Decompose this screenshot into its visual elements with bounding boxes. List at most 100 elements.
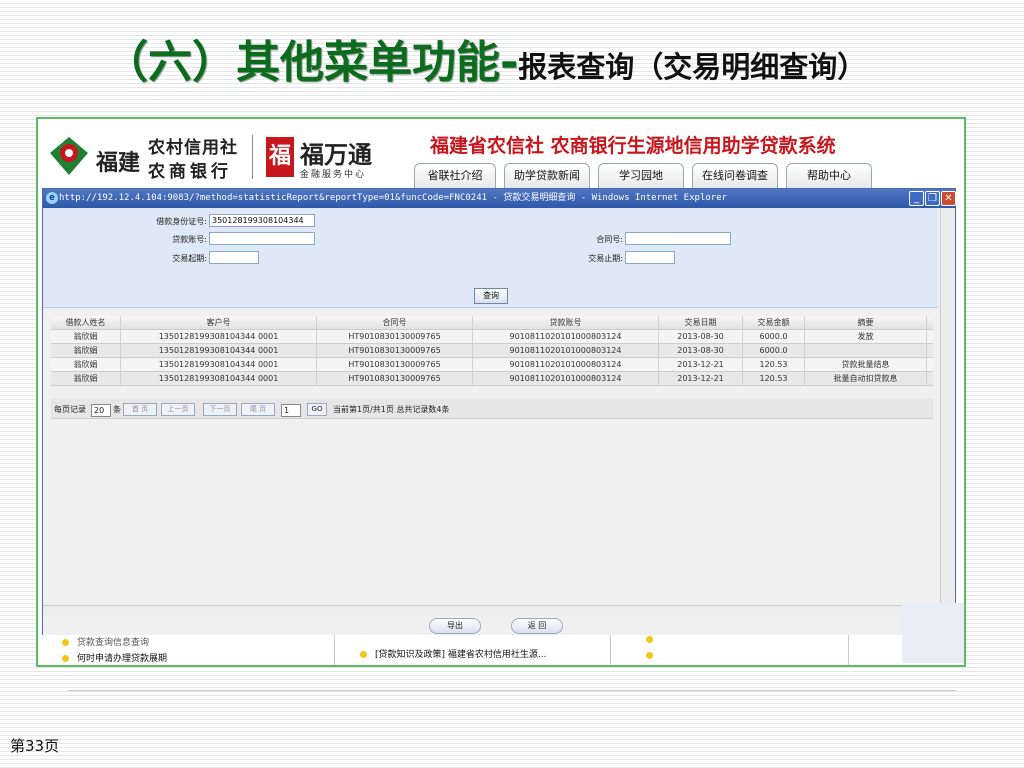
nav-tab-learning[interactable]: 学习园地: [598, 163, 684, 189]
pager-summary: 当前第1页/共1页 总共记录数4条: [333, 405, 450, 414]
ie-popup-window: e http://192.12.4.104:9083/?method=stati…: [42, 188, 956, 636]
side-panel: [902, 603, 964, 663]
slide-title-sub: 报表查询（交易明细查询）: [518, 50, 867, 84]
minimize-icon[interactable]: _: [909, 191, 924, 206]
table-row[interactable]: 翁欣娟 1350128199308104344 0001 HT901083013…: [51, 372, 933, 386]
last-page-button[interactable]: 尾 页: [241, 403, 275, 416]
table-header: 借款人姓名 客户号 合同号 贷款账号 交易日期 交易金额 摘要: [51, 316, 933, 330]
cell-name: 翁欣娟: [51, 372, 121, 385]
loan-account-label: 贷款账号:: [172, 235, 207, 244]
close-icon[interactable]: ✕: [941, 191, 956, 206]
cell-loan-account: 9010811020101000803124: [473, 330, 659, 343]
id-number-input[interactable]: 350128199308104344: [209, 214, 315, 227]
nav-tab-help[interactable]: 帮助中心: [786, 163, 872, 189]
cell-loan-account: 9010811020101000803124: [473, 344, 659, 357]
pager: 每页记录 20 条 首 页 上一页 下一页 尾 页 1 GO 当前第1页/共1页…: [51, 399, 933, 419]
column-header: 摘要: [805, 316, 927, 329]
bottom-action-bar: 导出 返 回: [43, 615, 955, 635]
cell-customer-no: 1350128199308104344 0001: [121, 330, 317, 343]
background-news-list: 贷款查询信息查询 何时申请办理贷款展期 [贷款知识及政策] 福建省农村信用社生源…: [42, 635, 956, 665]
cell-customer-no: 1350128199308104344 0001: [121, 372, 317, 385]
start-date-label: 交易起期:: [172, 254, 207, 263]
back-button[interactable]: 返 回: [511, 618, 563, 634]
nav-tab-intro[interactable]: 省联社介绍: [414, 163, 496, 189]
table-row[interactable]: 翁欣娟 1350128199308104344 0001 HT901083013…: [51, 330, 933, 344]
nav-tab-survey[interactable]: 在线问卷调查: [692, 163, 778, 189]
per-page-label: 每页记录: [54, 405, 86, 414]
bullet-icon: [360, 651, 367, 658]
column-header: 贷款账号: [473, 316, 659, 329]
fwt-subtitle: 金融服务中心: [300, 170, 367, 180]
cell-date: 2013-08-30: [659, 344, 743, 357]
cell-summary: 贷款批量结息: [805, 358, 927, 371]
cell-contract-no: HT9010830130009765: [317, 372, 473, 385]
ie-title-bar: e http://192.12.4.104:9083/?method=stati…: [43, 189, 955, 208]
id-label: 借款身份证号:: [156, 217, 207, 226]
bullet-icon: [646, 652, 653, 659]
logo-line2: 农商银行: [148, 162, 232, 182]
bullet-icon: [646, 636, 653, 643]
list-item[interactable]: [贷款知识及政策] 福建省农村信用社生源...: [360, 647, 546, 660]
cell-summary: 批量自动扣贷款息: [805, 372, 927, 385]
start-date-input[interactable]: [209, 251, 259, 264]
cell-customer-no: 1350128199308104344 0001: [121, 344, 317, 357]
transaction-table: 借款人姓名 客户号 合同号 贷款账号 交易日期 交易金额 摘要 翁欣娟 1350…: [51, 316, 933, 386]
next-page-button[interactable]: 下一页: [203, 403, 237, 416]
cell-name: 翁欣娟: [51, 358, 121, 371]
bullet-icon: [62, 639, 69, 646]
list-divider: [610, 635, 611, 665]
slide-divider: [68, 690, 956, 691]
prev-page-button[interactable]: 上一页: [161, 403, 195, 416]
logo-line1: 农村信用社: [148, 138, 238, 158]
screenshot-frame: 福建 农村信用社 农商银行 福 福万通 金融服务中心 福建省农信社 农商银行生源…: [36, 117, 966, 667]
loan-account-input[interactable]: [209, 232, 315, 245]
bullet-icon: [62, 655, 69, 662]
cell-summary: [805, 344, 927, 357]
per-page-unit: 条: [113, 405, 121, 414]
export-button[interactable]: 导出: [429, 618, 481, 634]
list-item[interactable]: 何时申请办理贷款展期: [62, 651, 167, 664]
restore-icon[interactable]: ❐: [925, 191, 940, 206]
end-date-input[interactable]: [625, 251, 675, 264]
table-row[interactable]: 翁欣娟 1350128199308104344 0001 HT901083013…: [51, 358, 933, 372]
cell-name: 翁欣娟: [51, 330, 121, 343]
contract-label: 合同号:: [596, 235, 623, 244]
system-title: 福建省农信社 农商银行生源地信用助学贷款系统: [430, 135, 836, 157]
per-page-input[interactable]: 20: [91, 404, 111, 417]
cell-amount: 120.53: [743, 372, 805, 385]
logo-divider: [252, 135, 253, 179]
fwt-name: 福万通: [300, 140, 372, 169]
cell-date: 2013-12-21: [659, 358, 743, 371]
nav-tab-news[interactable]: 助学贷款新闻: [504, 163, 590, 189]
cell-contract-no: HT9010830130009765: [317, 344, 473, 357]
go-button[interactable]: GO: [307, 403, 327, 416]
list-item: [646, 635, 661, 645]
cell-customer-no: 1350128199308104344 0001: [121, 358, 317, 371]
table-row[interactable]: 翁欣娟 1350128199308104344 0001 HT901083013…: [51, 344, 933, 358]
list-divider: [334, 635, 335, 665]
fwt-logo-icon: 福: [266, 137, 294, 177]
cell-name: 翁欣娟: [51, 344, 121, 357]
cell-amount: 6000.0: [743, 344, 805, 357]
vertical-scrollbar[interactable]: [940, 208, 955, 618]
list-item[interactable]: 贷款查询信息查询: [62, 635, 149, 648]
slide-title-main: （六）其他菜单功能-: [104, 37, 519, 88]
column-header: 交易日期: [659, 316, 743, 329]
cell-amount: 6000.0: [743, 330, 805, 343]
bank-header: 福建 农村信用社 农商银行 福 福万通 金融服务中心 福建省农信社 农商银行生源…: [38, 119, 964, 191]
first-page-button[interactable]: 首 页: [123, 403, 157, 416]
contract-input[interactable]: [625, 232, 731, 245]
list-divider: [848, 635, 849, 665]
cell-date: 2013-08-30: [659, 330, 743, 343]
query-button[interactable]: 查询: [474, 288, 508, 304]
logo-fujian-text: 福建: [96, 150, 141, 176]
cell-contract-no: HT9010830130009765: [317, 330, 473, 343]
cell-date: 2013-12-21: [659, 372, 743, 385]
page-number-input[interactable]: 1: [281, 404, 301, 417]
cell-loan-account: 9010811020101000803124: [473, 358, 659, 371]
ie-icon: e: [46, 192, 58, 204]
cell-loan-account: 9010811020101000803124: [473, 372, 659, 385]
bank-logo-icon: [50, 137, 88, 175]
cell-summary: 发放: [805, 330, 927, 343]
column-header: 借款人姓名: [51, 316, 121, 329]
